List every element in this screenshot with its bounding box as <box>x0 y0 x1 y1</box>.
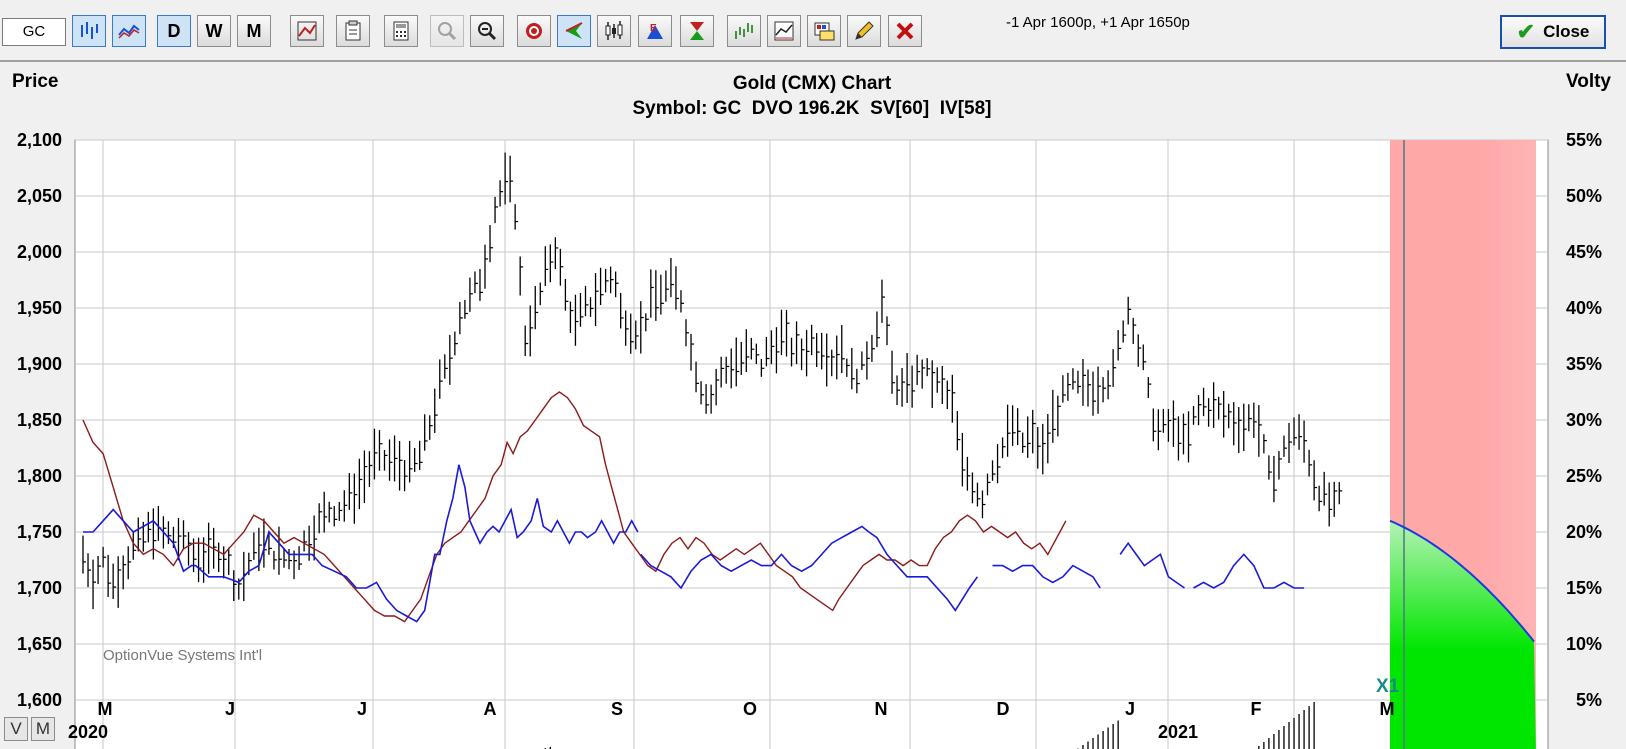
hourglass-icon[interactable] <box>680 15 714 47</box>
event-marker-icon[interactable]: E <box>638 15 672 47</box>
volty-axis-label: Volty <box>1566 71 1611 92</box>
svg-text:E: E <box>650 23 657 34</box>
chart-subtitle: Symbol: GC DVO 196.2K SV[60] IV[58] <box>633 98 992 119</box>
price-tick-label: 1,750 <box>17 522 62 542</box>
volty-tick-label: 25% <box>1566 466 1602 486</box>
close-button[interactable]: ✔ Close <box>1500 15 1606 49</box>
month-label: M <box>98 699 113 719</box>
arrow-left-icon[interactable] <box>557 15 591 47</box>
palette-icon[interactable] <box>807 15 841 47</box>
checkmark-icon: ✔ <box>1516 19 1536 44</box>
status-text: -1 Apr 1600p, +1 Apr 1650p <box>1006 14 1190 31</box>
ohlc-icon[interactable] <box>727 15 761 47</box>
month-label: J <box>225 699 235 719</box>
volty-tick-label: 20% <box>1566 522 1602 542</box>
month-label: O <box>743 699 757 719</box>
daily-button[interactable]: D <box>157 15 191 47</box>
volty-tick-label: 5% <box>1576 690 1602 710</box>
plot-area <box>74 139 1549 749</box>
volty-tick-label: 10% <box>1566 634 1602 654</box>
toolbar: GC D W M E -1 Apr 1600p, +1 Apr 1650p ✔ C… <box>0 0 1626 62</box>
chart-settings-icon[interactable] <box>290 15 324 47</box>
monthly-button[interactable]: M <box>237 15 271 47</box>
watermark: OptionVue Systems Int'l <box>103 647 262 664</box>
pencil-icon[interactable] <box>847 15 881 47</box>
price-tick-label: 2,000 <box>17 242 62 262</box>
month-label: A <box>484 699 497 719</box>
year-label: 2020 <box>68 722 108 742</box>
price-tick-label: 1,900 <box>17 354 62 374</box>
clipboard-icon[interactable] <box>336 15 370 47</box>
price-tick-label: 1,650 <box>17 634 62 654</box>
month-label: F <box>1251 699 1262 719</box>
month-label: D <box>997 699 1010 719</box>
chart: Gold (CMX) Chart Symbol: GC DVO 196.2K S… <box>12 71 1611 749</box>
price-tick-label: 1,700 <box>17 578 62 598</box>
view-m-button[interactable]: M <box>31 717 55 741</box>
line-chart-button[interactable] <box>112 15 146 47</box>
price-tick-label: 2,050 <box>17 186 62 206</box>
volty-tick-label: 15% <box>1566 578 1602 598</box>
symbol-input[interactable]: GC <box>2 18 66 46</box>
probability-shading <box>1389 140 1536 749</box>
volty-tick-label: 55% <box>1566 130 1602 150</box>
price-tick-label: 1,800 <box>17 466 62 486</box>
price-tick-label: 1,600 <box>17 690 62 710</box>
price-tick-label: 2,100 <box>17 130 62 150</box>
zoom-in-icon[interactable] <box>430 15 464 47</box>
price-axis-label: Price <box>12 71 58 92</box>
candlestick-icon[interactable] <box>597 15 631 47</box>
volty-tick-label: 45% <box>1566 242 1602 262</box>
month-label: J <box>357 699 367 719</box>
month-label: S <box>611 699 623 719</box>
delete-icon[interactable] <box>888 15 922 47</box>
zoom-out-icon[interactable] <box>470 15 504 47</box>
price-tick-label: 1,950 <box>17 298 62 318</box>
x1-marker: X1 <box>1376 676 1400 697</box>
study-icon[interactable] <box>767 15 801 47</box>
weekly-button[interactable]: W <box>197 15 231 47</box>
volty-tick-label: 30% <box>1566 410 1602 430</box>
calculator-icon[interactable] <box>384 15 418 47</box>
close-label: Close <box>1543 22 1590 41</box>
year-label: 2021 <box>1158 722 1198 742</box>
price-tick-label: 1,850 <box>17 410 62 430</box>
month-label: M <box>1380 699 1395 719</box>
month-label: N <box>875 699 888 719</box>
month-label: J <box>1125 699 1135 719</box>
bar-chart-button[interactable] <box>72 15 106 47</box>
view-v-button[interactable]: V <box>4 717 28 741</box>
target-icon[interactable] <box>517 15 551 47</box>
volty-tick-label: 40% <box>1566 298 1602 318</box>
volty-tick-label: 50% <box>1566 186 1602 206</box>
chart-title: Gold (CMX) Chart <box>733 73 892 94</box>
volty-tick-label: 35% <box>1566 354 1602 374</box>
